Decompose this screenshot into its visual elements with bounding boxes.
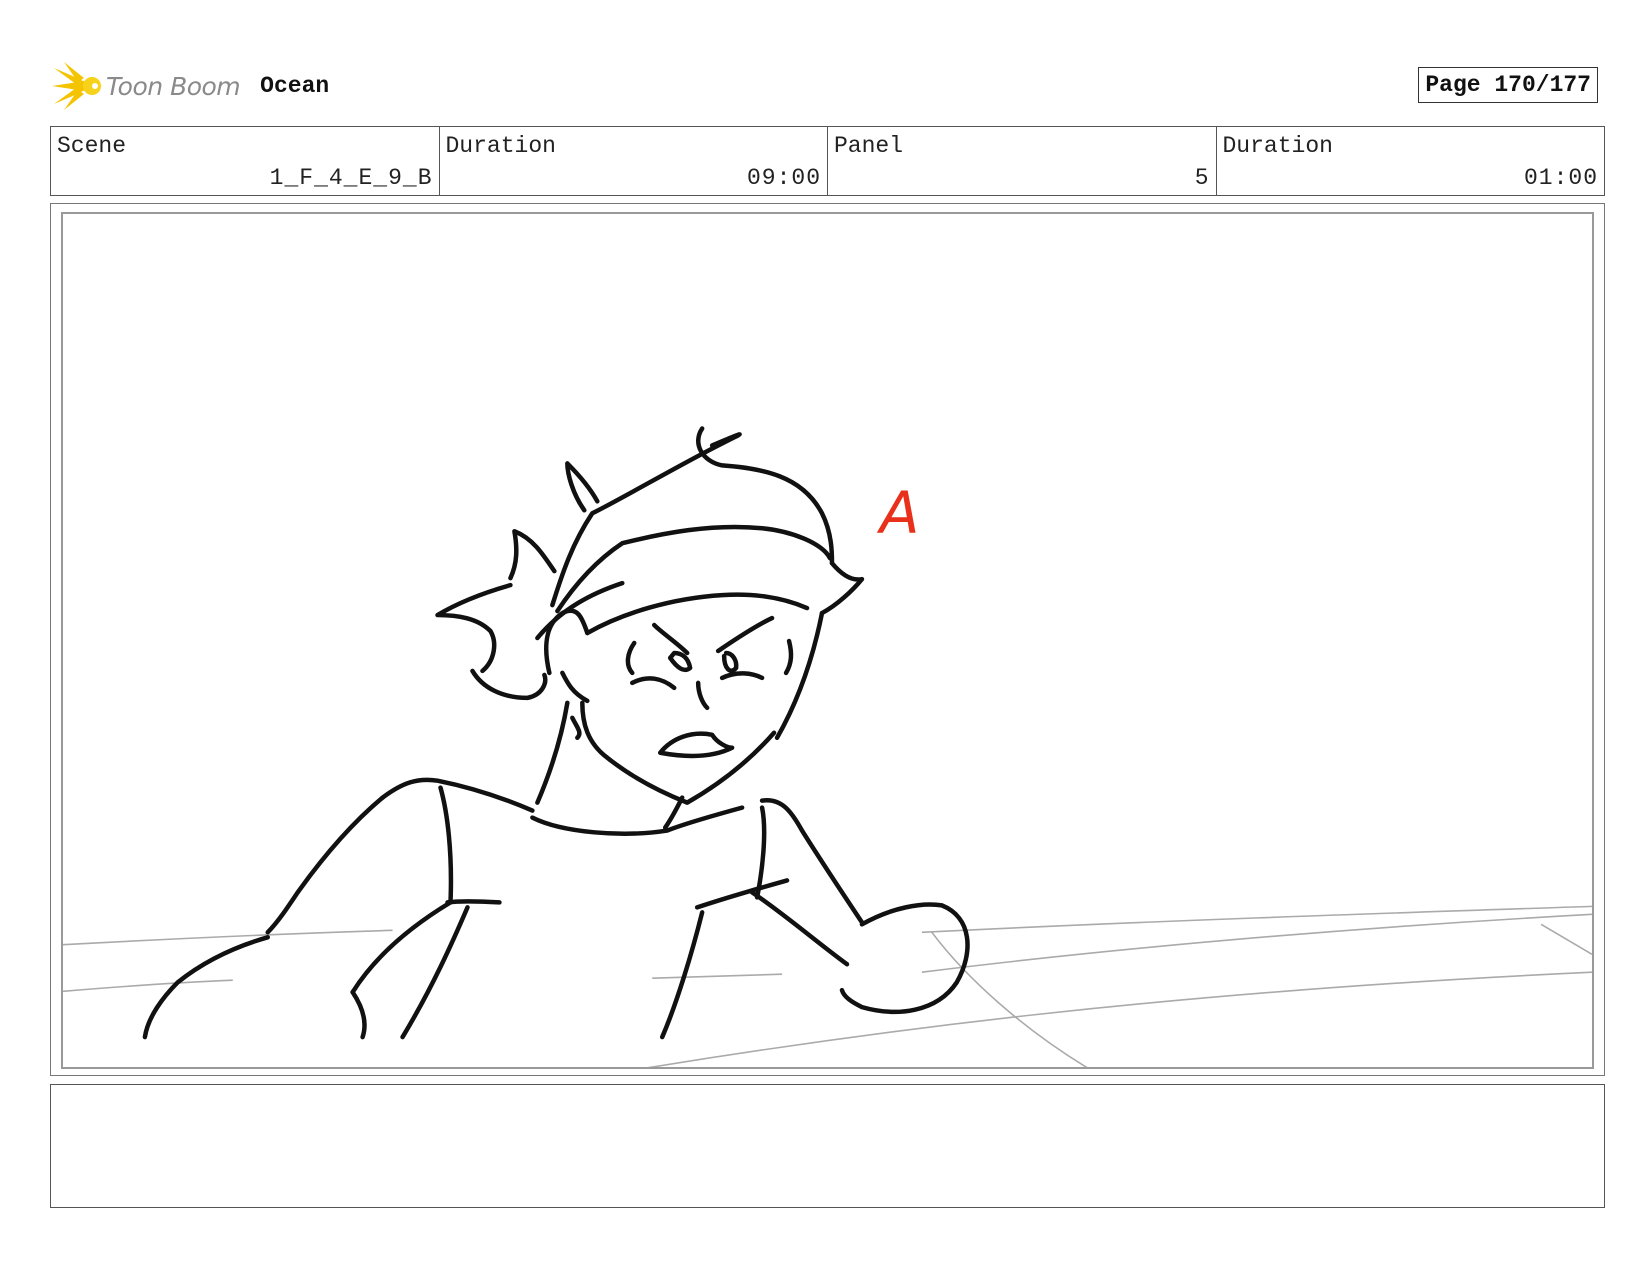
character-sketch bbox=[142, 426, 970, 1040]
panel-duration-value: 01:00 bbox=[1523, 165, 1598, 191]
panel-value: 5 bbox=[1194, 165, 1210, 191]
panel-duration-label: Duration bbox=[1222, 133, 1333, 159]
background-floor-lines bbox=[63, 905, 1592, 1067]
panel-label: Panel bbox=[834, 133, 904, 159]
panel-cell: Panel 5 bbox=[828, 127, 1217, 195]
scene-duration-value: 09:00 bbox=[746, 165, 821, 191]
scene-info-table: Scene 1_F_4_E_9_B Duration 09:00 Panel 5… bbox=[50, 126, 1605, 196]
panel-drawing-area: A bbox=[61, 212, 1594, 1069]
annotation-letter: A bbox=[876, 479, 920, 547]
storyboard-header: Toon Boom Ocean bbox=[52, 58, 329, 114]
scene-duration-label: Duration bbox=[445, 133, 556, 159]
scene-cell: Scene 1_F_4_E_9_B bbox=[51, 127, 440, 195]
scene-value: 1_F_4_E_9_B bbox=[269, 165, 433, 191]
burst-icon bbox=[52, 62, 102, 110]
notes-box[interactable] bbox=[50, 1084, 1605, 1208]
panel-duration-cell: Duration 01:00 bbox=[1217, 127, 1605, 195]
scene-label: Scene bbox=[57, 133, 127, 159]
panel-frame: A bbox=[50, 203, 1605, 1076]
page-indicator: Page 170/177 bbox=[1418, 67, 1598, 103]
toon-boom-logo: Toon Boom bbox=[52, 60, 241, 112]
scene-duration-cell: Duration 09:00 bbox=[440, 127, 828, 195]
project-title: Ocean bbox=[260, 73, 330, 99]
logo-text: Toon Boom bbox=[106, 71, 241, 101]
panel-sketch: A bbox=[63, 426, 1592, 1067]
